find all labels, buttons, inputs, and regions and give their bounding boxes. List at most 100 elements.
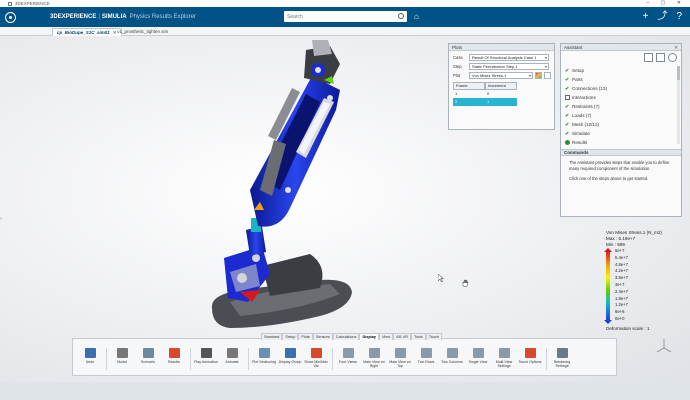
axis-triad-icon[interactable] [655,338,673,356]
tool-label: Multi-View Settings [495,360,513,368]
tab-sim01[interactable]: cp_BioDupe_S1C_sim01 ✕ [52,28,122,36]
multi-view-settings-button[interactable]: Multi-View Settings [491,348,517,374]
document-tabs: cp_BioDupe_S1C_sim01 ✕ o1_prosthetic_tigh… [0,27,690,36]
action-tab-plots[interactable]: Plots [298,333,313,340]
tool-label: Two Columns [441,360,463,364]
step-loads[interactable]: ✔ Loads (7) [565,111,675,120]
undo-button[interactable]: Undo [77,348,103,374]
rendering-settings-button[interactable]: Rendering Settings [549,348,575,374]
table-row[interactable]: 1 0 [453,90,517,98]
play-animation-button[interactable]: Play Animation [193,348,219,374]
stress-legend[interactable]: Von Mises Stress.1 (N_m2) Max : 6.19e+7 … [604,230,686,360]
compass-icon[interactable] [0,7,20,27]
touch-options-icon [524,348,536,358]
tag-icon[interactable]: ⌂ [414,12,419,21]
four-views-icon [342,348,354,358]
assistant-title: Assistant ✕ [561,44,681,51]
app-name: 3DEXPERIENCE | SIMULIA Physics Results Expl… [50,14,196,20]
step-connections[interactable]: ✔ Connections (13) [565,84,675,93]
four-views-button[interactable]: Four Views [335,348,361,374]
animate-button[interactable]: Animate [219,348,245,374]
multi-view-settings-icon [498,348,510,358]
deformation-scale: Deformation scale : 1 [606,326,650,331]
action-tab-ar-vr[interactable]: AR-VR [393,333,411,340]
display-group-button[interactable]: Display Group [277,348,303,374]
tool-label: Undo [85,360,95,364]
animate-icon [226,348,238,358]
left-panel-handle-icon[interactable]: › [0,216,4,228]
mouse-cursor-icon [438,274,444,282]
action-bar: Standard Setup Plots Sensors Calculations Dis… [72,333,617,376]
plot-sectioning-button[interactable]: Plot Sectioning [251,348,277,374]
plot-row: Plot Von Mises Stress.1 [449,72,554,80]
empty-box-icon [565,94,570,100]
action-tab-tools[interactable]: Tools [410,333,426,340]
search-icon[interactable] [398,13,404,19]
action-tab-calculations[interactable]: Calculations [332,333,360,340]
steps-scrollbar[interactable] [677,66,680,144]
single-view-button[interactable]: Single View [465,348,491,374]
action-tab-sensors[interactable]: Sensors [312,333,333,340]
play-animation-icon [200,348,212,358]
commands-description: The Assistant provides steps that enable… [569,160,670,181]
tool-label: Main View on Right [363,360,385,368]
action-tab-view[interactable]: View [378,333,394,340]
touch-options-button[interactable]: Touch Options [517,348,543,374]
action-tab-touch[interactable]: Touch [425,333,442,340]
top-right-actions: + ⤴ ? [643,10,682,24]
main-view-right-button[interactable]: Main View on Right [361,348,387,374]
step-mesh[interactable]: ✔ Mesh (12/12) [565,120,675,129]
table-row-selected[interactable]: 2 1 [453,98,517,106]
model-button[interactable]: Model [109,348,135,374]
case-select[interactable]: Result Of Structural Analysis Case.1 [469,54,549,61]
show-min-max-button[interactable]: Show Min/Max Val [303,348,329,374]
share-icon[interactable]: ⤴ [657,10,667,24]
gear-icon[interactable] [668,53,677,62]
search-box[interactable] [284,11,407,22]
grid-view-icon[interactable] [644,53,653,62]
info-icon[interactable] [656,53,665,62]
legend-ticks: 6e+7 5.4e+7 4.8e+7 4.2e+7 3.6e+7 3e+7 2.… [615,248,628,321]
step-interactions[interactable]: Interactions [565,93,675,102]
tab-prosthetic[interactable]: o1_prosthetic_tighten.sim [113,28,172,36]
status-bar [0,382,690,400]
action-tab-setup[interactable]: Setup [282,333,299,340]
close-icon[interactable]: ✕ [674,44,678,51]
search-input[interactable] [284,11,392,22]
tool-label: Model [117,360,127,364]
two-columns-button[interactable]: Two Columns [439,348,465,374]
undo-icon [84,348,96,358]
tool-label: Rendering Settings [553,360,571,368]
model-icon [116,348,128,358]
plot-color-icon[interactable] [535,72,542,79]
plot-edit-icon[interactable] [544,72,551,79]
add-icon[interactable]: + [643,10,649,24]
two-rows-button[interactable]: Two Rows [413,348,439,374]
step-setup[interactable]: ✔ Setup [565,66,675,75]
main-view-top-button[interactable]: Main View on Top [387,348,413,374]
window-controls[interactable]: – ▢ ✕ [647,0,686,7]
commands-header: Commands [561,149,681,156]
step-restraints[interactable]: ✔ Restraints (7) [565,102,675,111]
step-parts[interactable]: ✔ Parts [565,75,675,84]
step-simulate[interactable]: ✔ Simulate [565,129,675,138]
main-view-top-icon [394,348,406,358]
pan-hand-icon [462,279,469,287]
two-columns-icon [446,348,458,358]
action-tab-display[interactable]: Display [359,333,379,340]
action-tab-standard[interactable]: Standard [261,333,283,340]
step-results[interactable]: Results [565,138,675,147]
tool-label: Four Views [339,360,357,364]
plots-panel: Plots Case Result Of Structural Analysis… [448,43,555,130]
step-select[interactable]: Static Perturbation Step.1 [469,63,549,70]
tool-label: Two Rows [417,360,435,364]
tool-label: Single View [468,360,488,364]
plot-select[interactable]: Von Mises Stress.1 [469,72,533,79]
3d-viewport[interactable]: › Plots Case Result Of Structural Analys… [0,36,690,382]
help-icon[interactable]: ? [676,10,682,24]
app-title: SIMULIA [101,14,127,20]
results-button[interactable]: Results [161,348,187,374]
prosthetic-leg-model[interactable] [200,40,365,340]
scenario-button[interactable]: Scenario [135,348,161,374]
plot-label: Plot [453,73,461,78]
